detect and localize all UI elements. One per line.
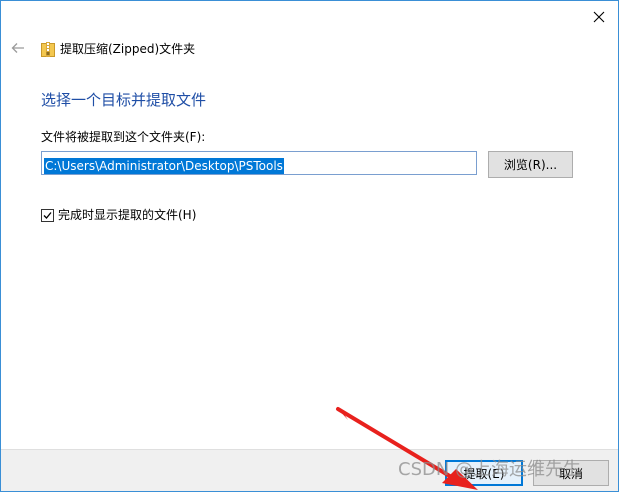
extract-button[interactable]: 提取(E)	[445, 460, 523, 486]
show-files-option[interactable]: 完成时显示提取的文件(H)	[41, 207, 196, 223]
dialog-footer	[1, 449, 618, 491]
extract-dialog: 提取压缩(Zipped)文件夹 选择一个目标并提取文件 文件将被提取到这个文件夹…	[0, 0, 619, 492]
back-arrow-icon	[11, 43, 24, 53]
window-title: 提取压缩(Zipped)文件夹	[60, 42, 196, 56]
title-bar	[1, 1, 618, 35]
destination-label: 文件将被提取到这个文件夹(F):	[41, 130, 206, 144]
show-files-checkbox[interactable]	[41, 208, 54, 222]
close-button[interactable]	[588, 6, 610, 28]
destination-path-value: C:\Users\Administrator\Desktop\PSTools	[44, 158, 284, 174]
cancel-button[interactable]: 取消	[533, 460, 609, 486]
browse-button[interactable]: 浏览(R)...	[488, 151, 573, 178]
back-button[interactable]	[9, 39, 27, 57]
checkmark-icon	[43, 211, 52, 219]
zip-folder-icon	[41, 42, 55, 57]
page-heading: 选择一个目标并提取文件	[41, 91, 207, 109]
show-files-label: 完成时显示提取的文件(H)	[58, 208, 197, 222]
destination-path-input[interactable]: C:\Users\Administrator\Desktop\PSTools	[41, 151, 477, 175]
close-icon	[593, 11, 605, 23]
